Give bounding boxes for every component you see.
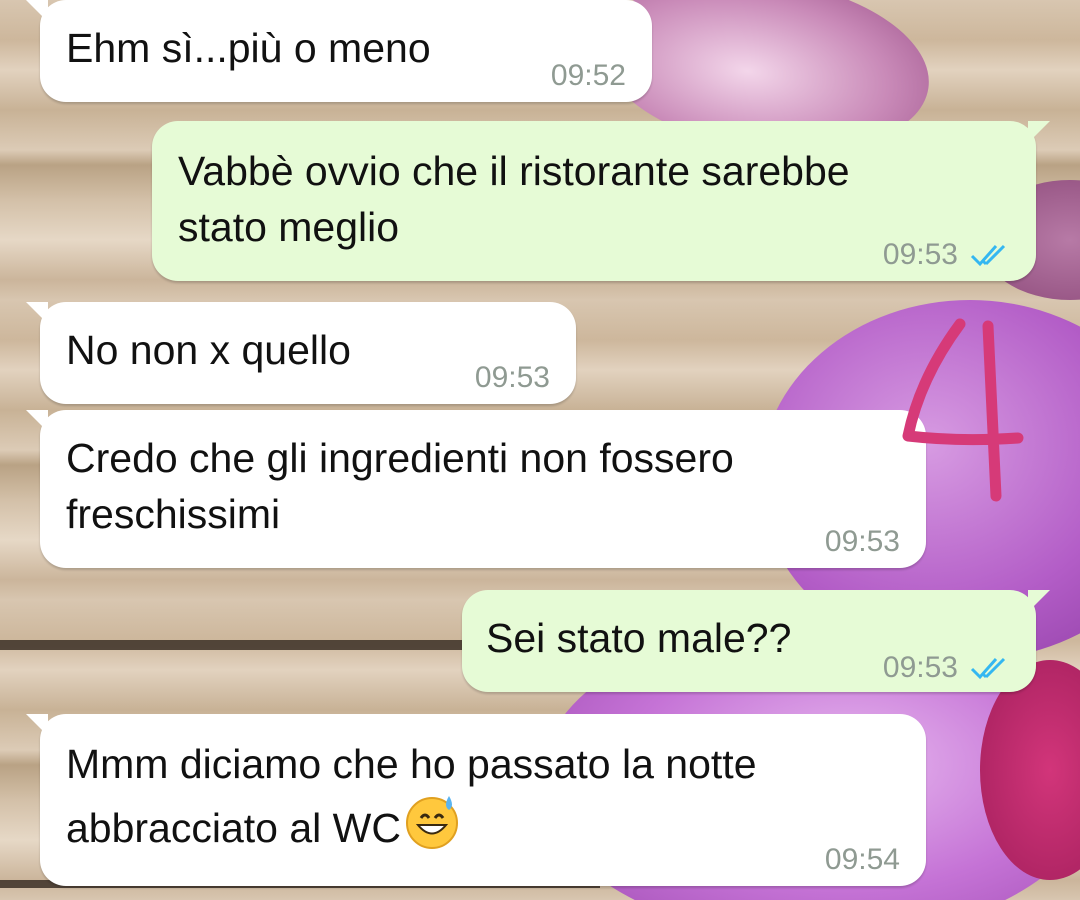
double-check-icon <box>970 244 1006 267</box>
incoming-message[interactable]: Credo che gli ingredienti non fossero fr… <box>26 410 926 570</box>
double-check-icon <box>970 657 1006 680</box>
timestamp: 09:54 <box>824 843 900 876</box>
message-text: Vabbè ovvio che il ristorante sarebbe st… <box>178 148 850 250</box>
message-time: 09:53 <box>883 227 1014 283</box>
message-text: No non x quello <box>66 327 351 373</box>
grinning-face-with-sweat-emoji <box>405 796 458 849</box>
message-time: 09:53 <box>475 350 550 406</box>
annotation-number: 4 <box>902 318 1024 502</box>
incoming-message[interactable]: Ehm sì...più o meno 09:52 <box>26 0 652 104</box>
message-time: 09:53 <box>883 640 1014 696</box>
timestamp: 09:53 <box>882 651 958 684</box>
timestamp: 09:52 <box>550 59 626 92</box>
incoming-message[interactable]: Mmm diciamo che ho passato la notte abbr… <box>26 714 926 888</box>
wallpaper-wood-gap <box>0 640 470 650</box>
message-text: Credo che gli ingredienti non fossero fr… <box>66 435 734 537</box>
timestamp: 09:53 <box>474 361 550 394</box>
message-time: 09:53 <box>825 514 900 570</box>
message-text: Sei stato male?? <box>486 615 792 661</box>
message-time: 09:52 <box>551 48 626 104</box>
message-time: 09:54 <box>825 832 900 888</box>
message-text: Mmm diciamo che ho passato la notte abbr… <box>66 736 757 856</box>
incoming-message[interactable]: No non x quello 09:53 <box>26 302 576 406</box>
message-text: Ehm sì...più o meno <box>66 25 431 71</box>
outgoing-message[interactable]: Sei stato male?? 09:53 <box>462 590 1050 692</box>
outgoing-message[interactable]: Vabbè ovvio che il ristorante sarebbe st… <box>152 121 1050 283</box>
timestamp: 09:53 <box>824 525 900 558</box>
timestamp: 09:53 <box>882 238 958 271</box>
